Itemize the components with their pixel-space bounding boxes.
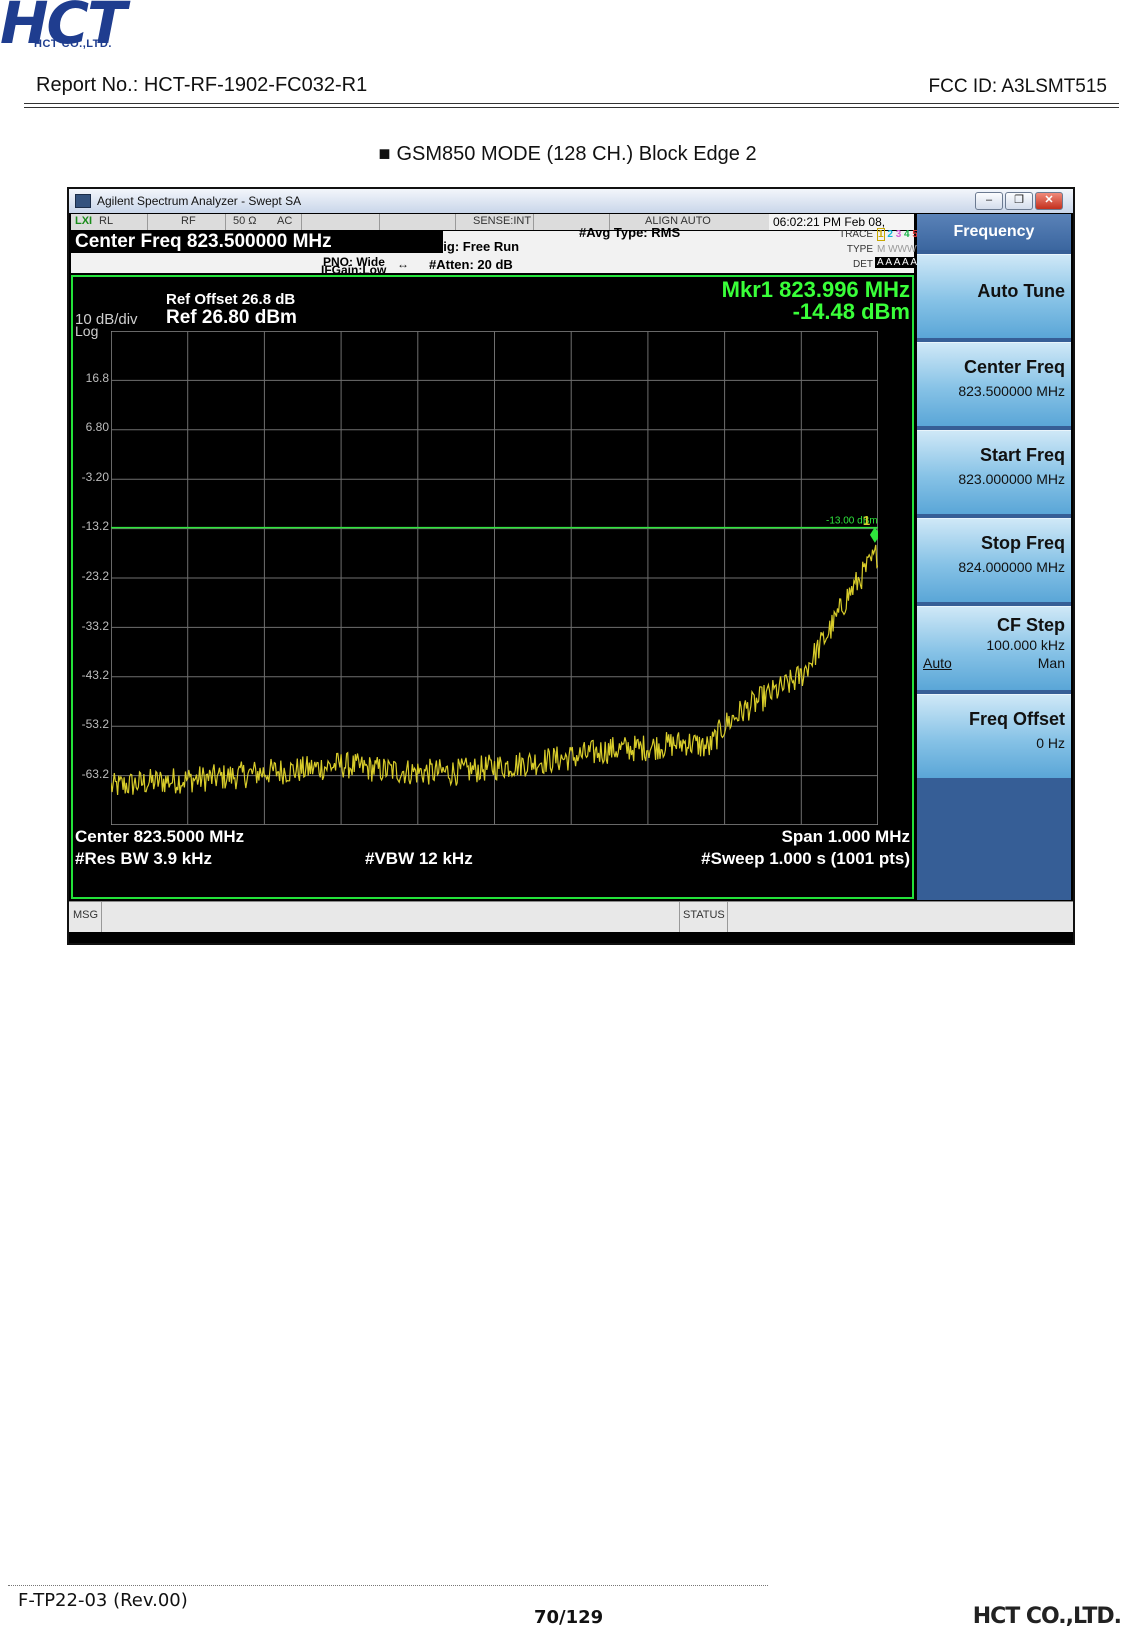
freq-offset-button[interactable]: Freq Offset 0 Hz — [917, 694, 1071, 778]
start-freq-button[interactable]: Start Freq 823.000000 MHz — [917, 430, 1071, 514]
softkey-panel: Frequency Auto Tune Center Freq 823.5000… — [917, 214, 1071, 900]
y-tick-label: -33.2 — [81, 619, 109, 633]
ref-offset: Ref Offset 26.8 dB — [166, 291, 296, 308]
softkey-menu-title: Frequency — [917, 214, 1071, 250]
caption-text: GSM850 MODE (128 CH.) Block Edge 2 — [396, 143, 757, 165]
spectrum-analyzer-window: Agilent Spectrum Analyzer - Swept SA – ❐… — [69, 189, 1073, 943]
footer-divider — [8, 1585, 768, 1586]
page-number: 70/129 — [534, 1607, 604, 1628]
message-bar: MSG STATUS — [69, 901, 1073, 932]
attenuation-setting: #Atten: 20 dB — [429, 257, 513, 272]
ref-level: Ref 26.80 dBm — [166, 307, 297, 328]
form-number: F-TP22-03 (Rev.00) — [18, 1590, 188, 1611]
footer-logo: HCT CO.,LTD. — [972, 1604, 1122, 1629]
cf-step-auto[interactable]: Auto — [923, 655, 952, 671]
marker-number: 1 — [863, 513, 870, 528]
report-number: Report No.: HCT-RF-1902-FC032-R1 — [36, 74, 368, 96]
y-tick-label: -63.2 — [81, 767, 109, 781]
close-icon[interactable]: ✕ — [1035, 192, 1063, 210]
header-divider — [24, 103, 1119, 104]
cf-step-man[interactable]: Man — [1038, 655, 1065, 671]
msg-label: MSG — [73, 909, 99, 921]
y-tick-label: 16.8 — [85, 371, 109, 385]
status-label: STATUS — [683, 909, 725, 921]
spectrum-chart: -13.00 dBm1 — [111, 331, 878, 825]
plot-area: Ref Offset 26.8 dB Ref 26.80 dBm 10 dB/d… — [71, 275, 914, 899]
scale-type: Log — [75, 323, 99, 339]
hct-logo-subtitle: HCT CO.,LTD. — [34, 38, 112, 50]
maximize-icon[interactable]: ❐ — [1005, 192, 1033, 210]
timestamp: 06:02:21 PM Feb 08, 2019 — [769, 214, 914, 243]
figure-caption: ■ GSM850 MODE (128 CH.) Block Edge 2 — [0, 143, 1135, 166]
y-tick-label: -13.2 — [81, 519, 109, 533]
sweep-time: #Sweep 1.000 s (1001 pts) — [701, 849, 910, 868]
bullet-icon: ■ — [378, 143, 391, 165]
avg-type: #Avg Type: RMS — [579, 225, 681, 240]
arrow-icon: ↔ — [397, 257, 409, 271]
span: Span 1.000 MHz — [781, 827, 911, 846]
center-freq-button[interactable]: Center Freq 823.500000 MHz — [917, 342, 1071, 426]
video-bandwidth: #VBW 12 kHz — [365, 849, 473, 868]
status-rf: RF — [181, 215, 196, 227]
y-tick-label: -53.2 — [81, 717, 109, 731]
measurement-info-bar: Center Freq 823.500000 MHz PNO: Wide ↔ I… — [71, 225, 935, 277]
status-rl: RL — [99, 215, 114, 227]
marker-level: -14.48 dBm — [792, 299, 910, 324]
header-divider-secondary — [24, 107, 1119, 108]
y-tick-label: -23.2 — [81, 569, 109, 583]
y-tick-label: -3.20 — [81, 470, 109, 484]
status-sense: SENSE:INT — [473, 215, 532, 227]
status-impedance: 50 Ω — [233, 215, 257, 227]
window-titlebar: Agilent Spectrum Analyzer - Swept SA – ❐… — [69, 189, 1073, 213]
y-tick-label: -43.2 — [81, 668, 109, 682]
fcc-id: FCC ID: A3LSMT515 — [928, 76, 1107, 97]
status-coupling: AC — [277, 215, 293, 227]
window-title: Agilent Spectrum Analyzer - Swept SA — [97, 194, 302, 208]
auto-tune-button[interactable]: Auto Tune — [917, 254, 1071, 338]
minimize-icon[interactable]: – — [975, 192, 1003, 210]
lxi-icon: LXI — [75, 215, 93, 227]
stop-freq-button[interactable]: Stop Freq 824.000000 MHz — [917, 518, 1071, 602]
y-tick-label: 6.80 — [85, 420, 109, 434]
trigger-setting: Trig: Free Run — [431, 239, 520, 254]
resolution-bandwidth: #Res BW 3.9 kHz — [75, 849, 212, 868]
cf-step-button[interactable]: CF Step 100.000 kHz Auto Man — [917, 606, 1071, 690]
center-freq-banner: Center Freq 823.500000 MHz — [71, 231, 443, 253]
app-icon — [75, 194, 91, 208]
center-frequency: Center 823.5000 MHz — [75, 827, 245, 846]
